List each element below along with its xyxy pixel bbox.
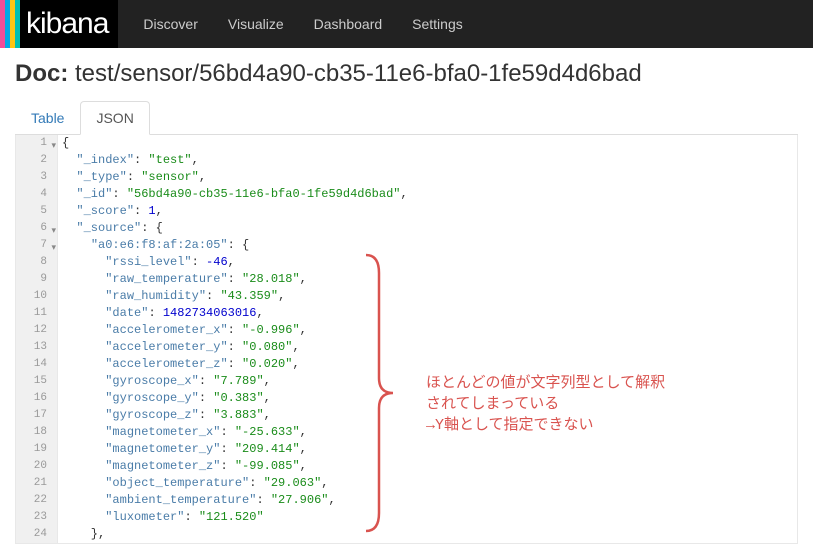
line-number: 10 bbox=[16, 288, 58, 305]
annotation-line3: →Y軸として指定できない bbox=[426, 415, 665, 436]
nav-discover[interactable]: Discover bbox=[143, 16, 197, 32]
code-line[interactable]: 15 "gyroscope_x": "7.789", bbox=[16, 373, 797, 390]
doc-path: test/sensor/56bd4a90-cb35-11e6-bfa0-1fe5… bbox=[75, 60, 642, 87]
code-content: "a0:e6:f8:af:2a:05": { bbox=[58, 237, 249, 254]
line-number: 21 bbox=[16, 475, 58, 492]
code-line[interactable]: 9 "raw_temperature": "28.018", bbox=[16, 271, 797, 288]
nav-dashboard[interactable]: Dashboard bbox=[314, 16, 383, 32]
line-number: 18 bbox=[16, 424, 58, 441]
line-number: 11 bbox=[16, 305, 58, 322]
code-content: "gyroscope_z": "3.883", bbox=[58, 407, 271, 424]
code-line[interactable]: 7▾ "a0:e6:f8:af:2a:05": { bbox=[16, 237, 797, 254]
code-line[interactable]: 16 "gyroscope_y": "0.383", bbox=[16, 390, 797, 407]
code-content: "rssi_level": -46, bbox=[58, 254, 235, 271]
code-content: "object_temperature": "29.063", bbox=[58, 475, 328, 492]
page-title: Doc: test/sensor/56bd4a90-cb35-11e6-bfa0… bbox=[15, 60, 798, 88]
nav-settings[interactable]: Settings bbox=[412, 16, 463, 32]
code-content: "gyroscope_y": "0.383", bbox=[58, 390, 271, 407]
code-line[interactable]: 17 "gyroscope_z": "3.883", bbox=[16, 407, 797, 424]
code-line[interactable]: 19 "magnetometer_y": "209.414", bbox=[16, 441, 797, 458]
json-viewer[interactable]: 1▾{2 "_index": "test",3 "_type": "sensor… bbox=[15, 135, 798, 544]
line-number: 15 bbox=[16, 373, 58, 390]
line-number: 3 bbox=[16, 169, 58, 186]
code-line[interactable]: 13 "accelerometer_y": "0.080", bbox=[16, 339, 797, 356]
code-content: "accelerometer_z": "0.020", bbox=[58, 356, 300, 373]
annotation-text: ほとんどの値が文字列型として解釈 されてしまっている →Y軸として指定できない bbox=[426, 373, 665, 436]
line-number: 20 bbox=[16, 458, 58, 475]
line-number: 9 bbox=[16, 271, 58, 288]
code-line[interactable]: 6▾ "_source": { bbox=[16, 220, 797, 237]
code-line[interactable]: 18 "magnetometer_x": "-25.633", bbox=[16, 424, 797, 441]
code-content: "_type": "sensor", bbox=[58, 169, 206, 186]
code-line[interactable]: 2 "_index": "test", bbox=[16, 152, 797, 169]
code-content: "ambient_temperature": "27.906", bbox=[58, 492, 336, 509]
code-content: "magnetometer_y": "209.414", bbox=[58, 441, 307, 458]
code-line[interactable]: 8 "rssi_level": -46, bbox=[16, 254, 797, 271]
code-content: "magnetometer_z": "-99.085", bbox=[58, 458, 307, 475]
code-line[interactable]: 14 "accelerometer_z": "0.020", bbox=[16, 356, 797, 373]
tab-json[interactable]: JSON bbox=[80, 101, 149, 135]
line-number: 22 bbox=[16, 492, 58, 509]
code-line[interactable]: 1▾{ bbox=[16, 135, 797, 152]
tabs: Table JSON bbox=[15, 100, 798, 135]
line-number: 24 bbox=[16, 526, 58, 543]
code-content: "_index": "test", bbox=[58, 152, 199, 169]
line-number: 16 bbox=[16, 390, 58, 407]
code-line[interactable]: 12 "accelerometer_x": "-0.996", bbox=[16, 322, 797, 339]
nav-visualize[interactable]: Visualize bbox=[228, 16, 284, 32]
line-number: 2 bbox=[16, 152, 58, 169]
code-line[interactable]: 4 "_id": "56bd4a90-cb35-11e6-bfa0-1fe59d… bbox=[16, 186, 797, 203]
logo-stripes-icon bbox=[0, 0, 20, 48]
logo-text: kibana bbox=[26, 7, 108, 41]
code-content: "date": 1482734063016, bbox=[58, 305, 264, 322]
code-content: "luxometer": "121.520" bbox=[58, 509, 264, 526]
code-line[interactable]: 23 "luxometer": "121.520" bbox=[16, 509, 797, 526]
code-content: "_id": "56bd4a90-cb35-11e6-bfa0-1fe59d4d… bbox=[58, 186, 408, 203]
line-number: 8 bbox=[16, 254, 58, 271]
code-line[interactable]: 20 "magnetometer_z": "-99.085", bbox=[16, 458, 797, 475]
line-number: 7▾ bbox=[16, 237, 58, 254]
code-content: "raw_humidity": "43.359", bbox=[58, 288, 285, 305]
kibana-logo[interactable]: kibana bbox=[0, 0, 118, 48]
code-line[interactable]: 22 "ambient_temperature": "27.906", bbox=[16, 492, 797, 509]
line-number: 4 bbox=[16, 186, 58, 203]
code-line[interactable]: 3 "_type": "sensor", bbox=[16, 169, 797, 186]
code-content: "accelerometer_y": "0.080", bbox=[58, 339, 300, 356]
line-number: 6▾ bbox=[16, 220, 58, 237]
code-content: }, bbox=[58, 526, 105, 543]
code-content: { bbox=[58, 135, 69, 152]
code-line[interactable]: 24 }, bbox=[16, 526, 797, 543]
annotation-line2: されてしまっている bbox=[426, 394, 665, 415]
code-content: "magnetometer_x": "-25.633", bbox=[58, 424, 307, 441]
code-content: "_score": 1, bbox=[58, 203, 163, 220]
line-number: 5 bbox=[16, 203, 58, 220]
doc-prefix: Doc: bbox=[15, 60, 68, 87]
line-number: 17 bbox=[16, 407, 58, 424]
line-number: 19 bbox=[16, 441, 58, 458]
line-number: 14 bbox=[16, 356, 58, 373]
line-number: 13 bbox=[16, 339, 58, 356]
top-navbar: kibana Discover Visualize Dashboard Sett… bbox=[0, 0, 813, 48]
code-line[interactable]: 5 "_score": 1, bbox=[16, 203, 797, 220]
code-line[interactable]: 11 "date": 1482734063016, bbox=[16, 305, 797, 322]
code-content: "gyroscope_x": "7.789", bbox=[58, 373, 271, 390]
line-number: 12 bbox=[16, 322, 58, 339]
code-content: "_source": { bbox=[58, 220, 163, 237]
code-line[interactable]: 10 "raw_humidity": "43.359", bbox=[16, 288, 797, 305]
tab-table[interactable]: Table bbox=[15, 101, 80, 135]
line-number: 23 bbox=[16, 509, 58, 526]
line-number: 1▾ bbox=[16, 135, 58, 152]
code-line[interactable]: 21 "object_temperature": "29.063", bbox=[16, 475, 797, 492]
code-content: "raw_temperature": "28.018", bbox=[58, 271, 307, 288]
annotation-line1: ほとんどの値が文字列型として解釈 bbox=[426, 373, 665, 394]
nav-items: Discover Visualize Dashboard Settings bbox=[118, 0, 462, 48]
code-content: "accelerometer_x": "-0.996", bbox=[58, 322, 307, 339]
